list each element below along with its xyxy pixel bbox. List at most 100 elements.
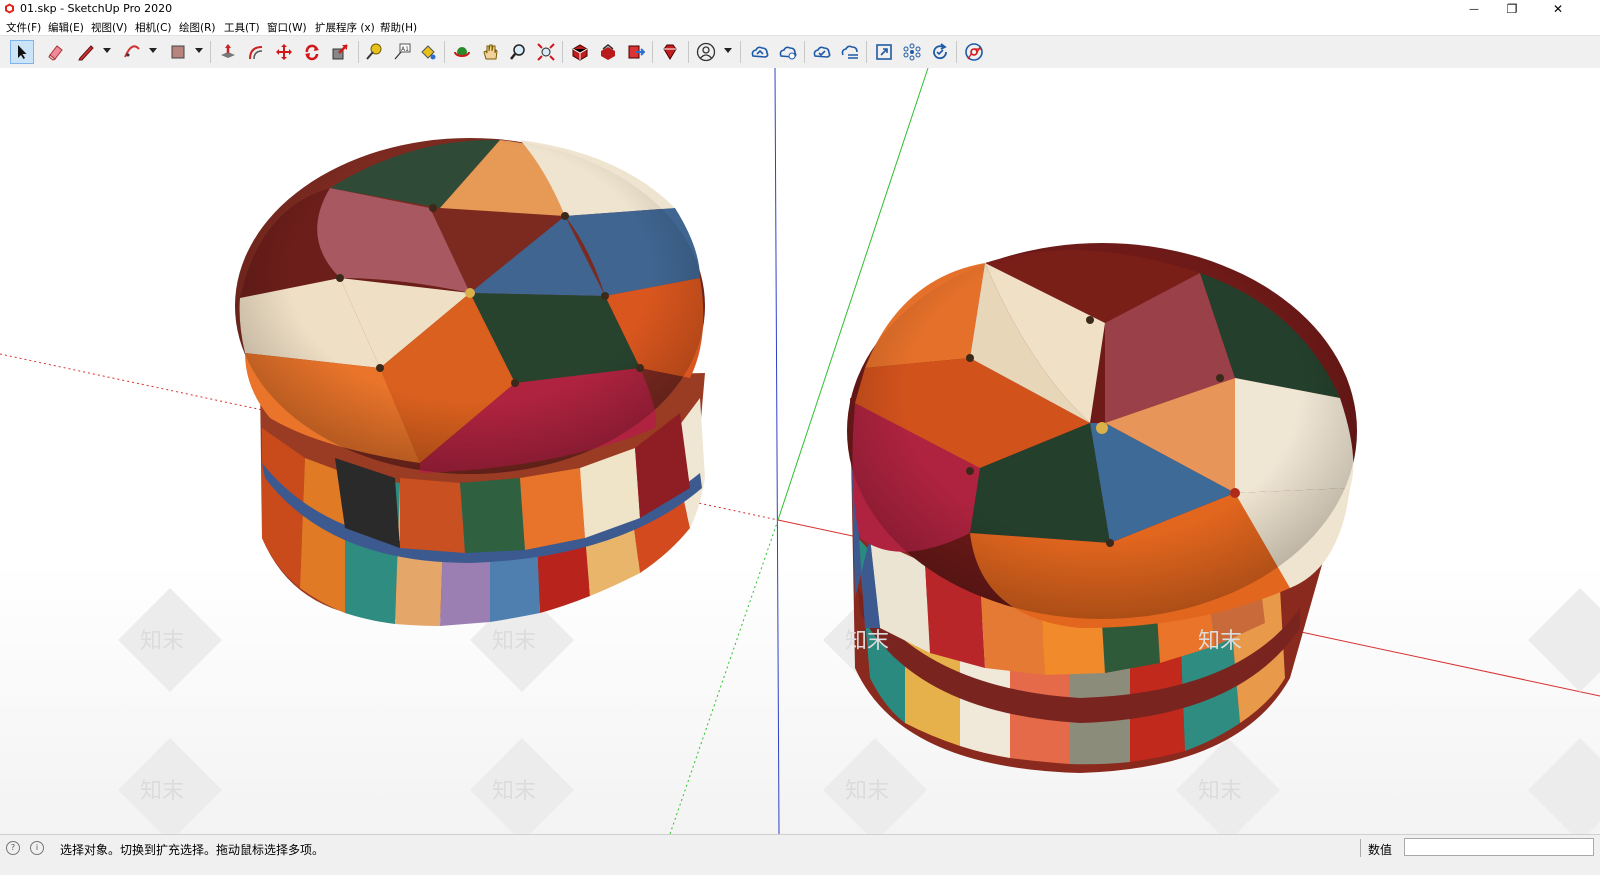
- text-icon: A1: [394, 43, 411, 60]
- profile-icon: [696, 42, 716, 62]
- eraser-icon: [48, 45, 63, 61]
- zoom-icon: [510, 44, 525, 60]
- send-to-layout-icon: [628, 45, 645, 59]
- measurements-input[interactable]: [1404, 838, 1594, 856]
- components-icon: [903, 43, 921, 61]
- restore-button[interactable]: ❐: [1494, 0, 1530, 18]
- profile-button[interactable]: [694, 40, 718, 64]
- warehouse-icon: [572, 44, 588, 61]
- menu-edit[interactable]: 编辑(E): [48, 20, 84, 35]
- chrome-icon: [965, 43, 983, 61]
- ground-plane: [0, 563, 1600, 834]
- trimble-connect-button[interactable]: [748, 40, 772, 64]
- info-icon[interactable]: i: [30, 841, 44, 855]
- menu-window[interactable]: 窗口(W): [267, 20, 307, 35]
- watermark-label: 知末: [1198, 629, 1242, 654]
- move-tool-button[interactable]: [272, 40, 296, 64]
- watermark-label: 知末: [140, 779, 184, 804]
- cloud-open-button[interactable]: [838, 40, 862, 64]
- arc-icon: [124, 45, 140, 58]
- profile-dropdown-icon[interactable]: [724, 48, 732, 53]
- 3d-warehouse-button[interactable]: [568, 40, 592, 64]
- pan-icon: [483, 44, 498, 60]
- menu-help[interactable]: 帮助(H): [380, 20, 417, 35]
- rotate-icon: [305, 44, 319, 61]
- paint-bucket-icon: [421, 45, 436, 60]
- watermark-label: 知末: [140, 629, 184, 654]
- menu-extensions[interactable]: 扩展程序 (x): [315, 20, 375, 35]
- menu-view[interactable]: 视图(V): [91, 20, 127, 35]
- minimize-icon: —: [1469, 3, 1479, 15]
- eraser-tool-button[interactable]: [44, 40, 68, 64]
- cloud-open-icon: [841, 45, 858, 59]
- send-to-layout-button[interactable]: [624, 40, 648, 64]
- components-button[interactable]: [900, 40, 924, 64]
- rectangle-icon: [171, 45, 185, 59]
- rectangle-dropdown-icon[interactable]: [195, 48, 203, 53]
- sketchup-logo-icon: [5, 3, 14, 14]
- pencil-tool-button[interactable]: [74, 40, 98, 64]
- tape-measure-tool-button[interactable]: [362, 40, 386, 64]
- menu-camera[interactable]: 相机(C): [135, 20, 172, 35]
- window-title: 01.skp - SketchUp Pro 2020: [20, 2, 173, 15]
- chrome-button[interactable]: [962, 40, 986, 64]
- rectangle-tool-button[interactable]: [166, 40, 190, 64]
- tape-measure-icon: [366, 43, 382, 60]
- cloud-sync-button[interactable]: [810, 40, 834, 64]
- extension-manager-icon: [663, 44, 677, 60]
- menu-draw[interactable]: 绘图(R): [179, 20, 216, 35]
- watermark-label: 知末: [1198, 779, 1242, 804]
- watermark-label: 知末: [845, 779, 889, 804]
- toolbar: A1: [0, 35, 1600, 69]
- geo-location-icon[interactable]: ?: [6, 841, 20, 855]
- measurements-label: 数值: [1368, 843, 1393, 857]
- select-tool-button[interactable]: [10, 40, 34, 64]
- add-location-icon: [876, 44, 892, 60]
- refresh-icon: [933, 43, 947, 60]
- zoom-extents-tool-button[interactable]: [534, 40, 558, 64]
- svg-text:A1: A1: [401, 46, 409, 53]
- extension-warehouse-button[interactable]: [596, 40, 620, 64]
- orbit-tool-button[interactable]: [450, 40, 474, 64]
- menu-bar: 文件(F) 编辑(E) 视图(V) 相机(C) 绘图(R) 工具(T) 窗口(W…: [0, 18, 1600, 35]
- push-pull-tool-button[interactable]: [216, 40, 240, 64]
- title-bar: 01.skp - SketchUp Pro 2020 — ❐ ✕: [0, 0, 1600, 18]
- select-icon: [18, 45, 27, 59]
- extension-warehouse-icon: [601, 44, 615, 60]
- cloud-sync-icon: [813, 46, 831, 58]
- pan-tool-button[interactable]: [478, 40, 502, 64]
- scale-icon: [332, 44, 348, 60]
- scale-tool-button[interactable]: [328, 40, 352, 64]
- paint-bucket-tool-button[interactable]: [416, 40, 440, 64]
- pencil-dropdown-icon[interactable]: [103, 48, 111, 53]
- minimize-button[interactable]: —: [1456, 0, 1492, 18]
- restore-icon: ❐: [1506, 2, 1518, 16]
- model-viewport[interactable]: 知末 知末 知末 知末 知末 知末 知末 知末: [0, 68, 1600, 834]
- watermark-label: 知末: [845, 629, 889, 654]
- scene-canvas[interactable]: 知末 知末 知末 知末 知末 知末 知末 知末: [0, 68, 1600, 834]
- offset-tool-button[interactable]: [244, 40, 268, 64]
- zoom-tool-button[interactable]: [506, 40, 530, 64]
- extension-manager-button[interactable]: [658, 40, 682, 64]
- status-message: 选择对象。切换到扩充选择。拖动鼠标选择多项。: [60, 843, 325, 857]
- move-icon: [276, 44, 292, 60]
- push-pull-icon: [221, 44, 235, 58]
- cloud-share-button[interactable]: [776, 40, 800, 64]
- close-icon: ✕: [1552, 2, 1564, 16]
- rotate-tool-button[interactable]: [300, 40, 324, 64]
- arc-dropdown-icon[interactable]: [149, 48, 157, 53]
- zoom-extents-icon: [537, 43, 555, 61]
- text-tool-button[interactable]: A1: [390, 40, 414, 64]
- watermark-label: 知末: [492, 779, 536, 804]
- cloud-share-icon: [779, 46, 797, 60]
- trimble-connect-icon: [751, 46, 769, 58]
- offset-icon: [249, 46, 263, 60]
- status-bar: ? i 选择对象。切换到扩充选择。拖动鼠标选择多项。 数值: [0, 834, 1600, 875]
- close-button[interactable]: ✕: [1540, 0, 1576, 18]
- refresh-button[interactable]: [928, 40, 952, 64]
- add-location-button[interactable]: [872, 40, 896, 64]
- menu-file[interactable]: 文件(F): [6, 20, 41, 35]
- pouf-left[interactable]: [235, 138, 705, 626]
- arc-tool-button[interactable]: [120, 40, 144, 64]
- menu-tools[interactable]: 工具(T): [224, 20, 260, 35]
